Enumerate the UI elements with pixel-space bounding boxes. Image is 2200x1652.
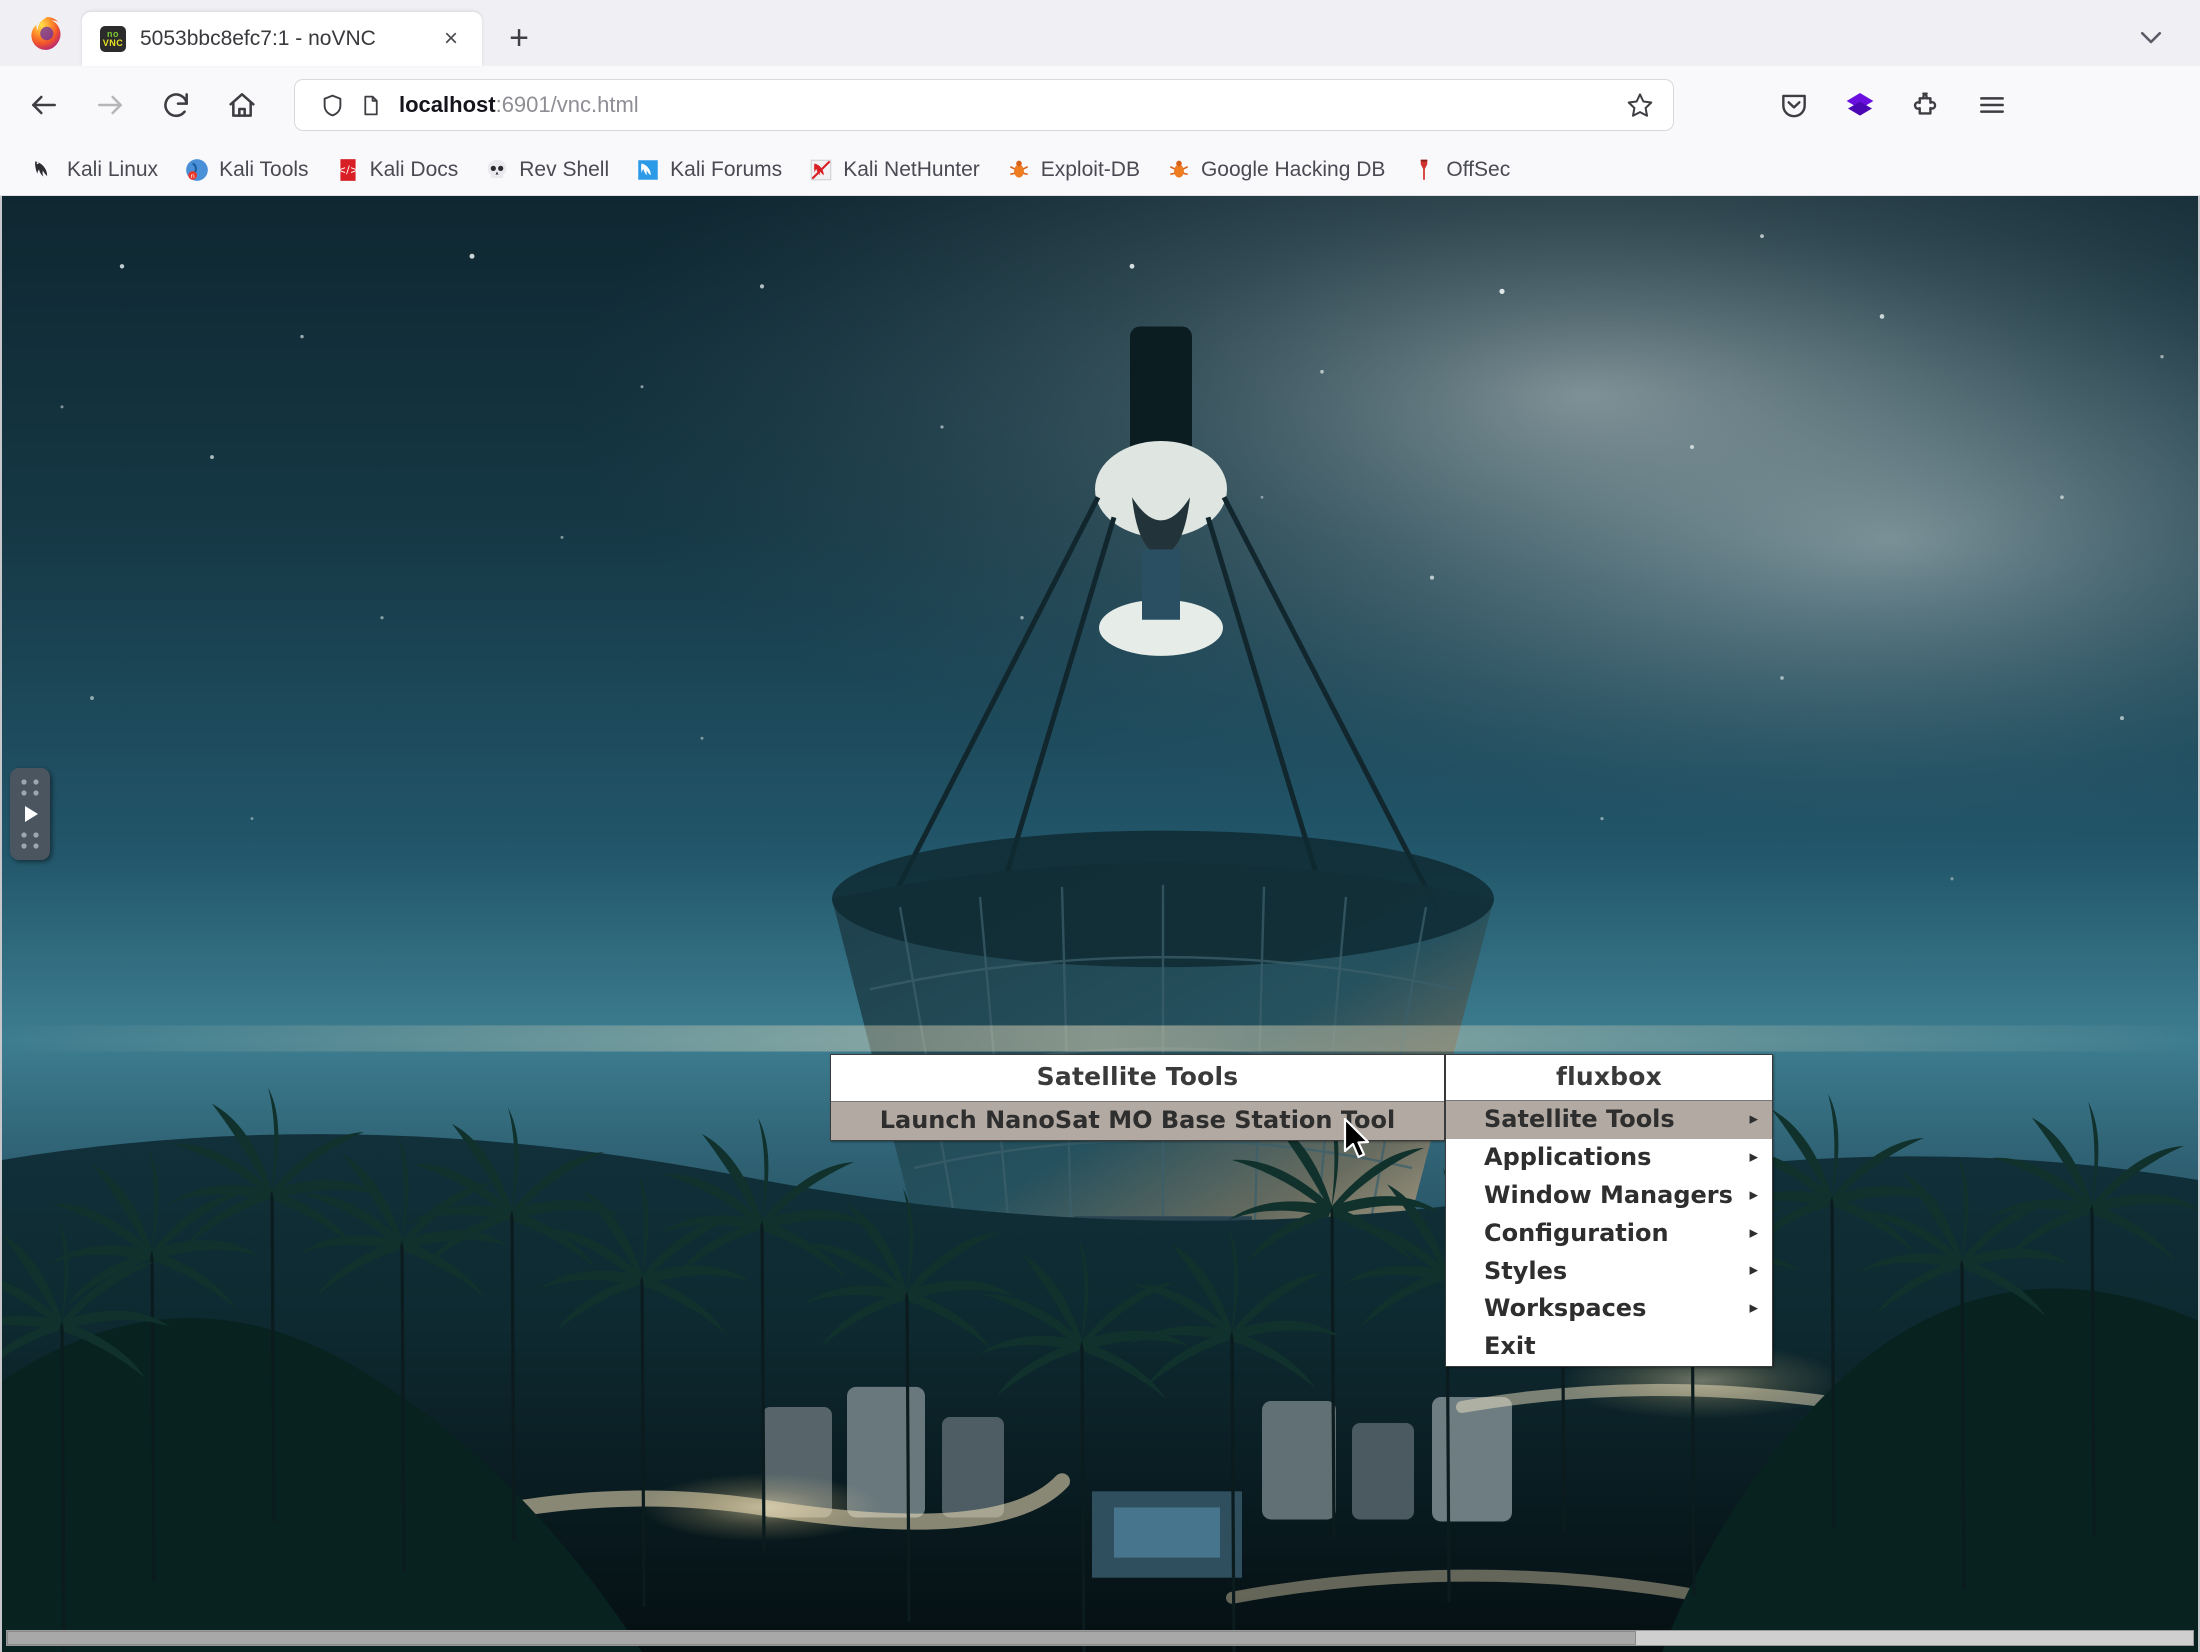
menu-item-applications[interactable]: Applications ▸ bbox=[1446, 1139, 1772, 1177]
submenu-arrow-icon: ▸ bbox=[1749, 1222, 1758, 1243]
browser-tab-novnc[interactable]: no VNC 5053bbc8efc7:1 - noVNC × bbox=[82, 12, 482, 66]
bookmark-google-hacking-db[interactable]: Google Hacking DB bbox=[1154, 150, 1397, 190]
close-icon[interactable]: × bbox=[434, 22, 468, 56]
shield-icon[interactable] bbox=[315, 88, 349, 122]
submenu-title: Satellite Tools bbox=[831, 1055, 1444, 1102]
bookmark-exploit-db[interactable]: Exploit-DB bbox=[994, 150, 1152, 190]
nethunter-icon bbox=[808, 157, 834, 183]
menu-item-styles[interactable]: Styles ▸ bbox=[1446, 1253, 1772, 1291]
menu-item-satellite-tools[interactable]: Satellite Tools ▸ bbox=[1446, 1101, 1772, 1139]
mouse-cursor bbox=[1343, 1117, 1373, 1167]
menu-item-label: Configuration bbox=[1484, 1218, 1669, 1247]
scrollbar-thumb[interactable] bbox=[7, 1631, 1636, 1645]
browser-window: no VNC 5053bbc8efc7:1 - noVNC × + localh… bbox=[0, 0, 2200, 1652]
bookmark-label: Google Hacking DB bbox=[1200, 157, 1386, 181]
menu-icon[interactable] bbox=[1966, 79, 2018, 131]
svg-text:</>: </> bbox=[337, 163, 359, 176]
horizontal-scrollbar[interactable] bbox=[2, 1630, 2198, 1646]
tab-strip: no VNC 5053bbc8efc7:1 - noVNC × + bbox=[0, 0, 2200, 66]
bookmark-label: Kali NetHunter bbox=[843, 157, 980, 181]
back-button[interactable] bbox=[18, 79, 70, 131]
kali-docs-icon: </> bbox=[335, 157, 361, 183]
menu-item-label: Satellite Tools bbox=[1484, 1105, 1675, 1133]
chevron-down-icon[interactable] bbox=[2128, 14, 2174, 60]
novnc-viewport[interactable]: Satellite Tools Launch NanoSat MO Base S… bbox=[0, 196, 2200, 1652]
bookmark-kali-tools[interactable]: n Kali Tools bbox=[172, 150, 321, 190]
bug-icon bbox=[1006, 157, 1032, 183]
bookmark-label: Rev Shell bbox=[519, 157, 610, 181]
menu-item-label: Launch NanoSat MO Base Station Tool bbox=[879, 1106, 1396, 1134]
novnc-favicon-icon: no VNC bbox=[100, 26, 126, 52]
bookmark-kali-linux[interactable]: Kali Linux bbox=[20, 150, 170, 190]
vnc-desktop-wallpaper bbox=[2, 196, 2198, 1652]
navigation-toolbar: localhost:6901/vnc.html bbox=[0, 66, 2200, 144]
pocket-icon[interactable] bbox=[1768, 79, 1820, 131]
home-button[interactable] bbox=[216, 79, 268, 131]
bookmark-kali-forums[interactable]: Kali Forums bbox=[623, 150, 794, 190]
menu-item-label: Applications bbox=[1484, 1142, 1652, 1171]
kali-tools-icon: n bbox=[184, 157, 210, 183]
forward-button[interactable] bbox=[84, 79, 136, 131]
address-bar[interactable]: localhost:6901/vnc.html bbox=[294, 79, 1674, 131]
menu-item-label: Window Managers bbox=[1484, 1180, 1733, 1209]
bookmarks-bar: Kali Linux n Kali Tools </> Kali Docs Re… bbox=[0, 144, 2200, 196]
submenu-arrow-icon: ▸ bbox=[1749, 1298, 1758, 1319]
page-info-icon[interactable] bbox=[353, 88, 387, 122]
submenu-arrow-icon: ▸ bbox=[1749, 1260, 1758, 1281]
fluxbox-root-menu: fluxbox Satellite Tools ▸ Applications ▸… bbox=[1445, 1054, 1773, 1368]
kali-dragon-icon bbox=[32, 157, 58, 183]
reload-button[interactable] bbox=[150, 79, 202, 131]
root-menu-title: fluxbox bbox=[1446, 1055, 1772, 1101]
menu-item-configuration[interactable]: Configuration ▸ bbox=[1446, 1215, 1772, 1253]
bookmark-star-icon[interactable] bbox=[1621, 86, 1659, 124]
menu-item-window-managers[interactable]: Window Managers ▸ bbox=[1446, 1177, 1772, 1215]
tab-title: 5053bbc8efc7:1 - noVNC bbox=[140, 27, 376, 50]
bookmark-label: OffSec bbox=[1446, 157, 1511, 181]
menu-item-label: Styles bbox=[1484, 1256, 1568, 1285]
menu-item-label: Exit bbox=[1484, 1332, 1536, 1361]
firefox-logo-icon bbox=[26, 14, 68, 56]
bookmark-offsec[interactable]: OffSec bbox=[1399, 150, 1522, 190]
menu-item-label: Workspaces bbox=[1484, 1294, 1647, 1323]
menu-item-exit[interactable]: Exit bbox=[1446, 1328, 1772, 1366]
skull-icon bbox=[484, 157, 510, 183]
scrollbar-track[interactable] bbox=[6, 1630, 2194, 1646]
submenu-arrow-icon: ▸ bbox=[1749, 1184, 1758, 1205]
extensions-icon[interactable] bbox=[1900, 79, 1952, 131]
bookmark-kali-nethunter[interactable]: Kali NetHunter bbox=[796, 150, 992, 190]
submenu-arrow-icon: ▸ bbox=[1749, 1108, 1758, 1129]
svg-text:n: n bbox=[191, 172, 195, 180]
url-host: localhost bbox=[399, 92, 496, 117]
bookmark-label: Kali Docs bbox=[369, 157, 459, 181]
bookmark-label: Kali Tools bbox=[219, 157, 309, 181]
containers-icon[interactable] bbox=[1834, 79, 1886, 131]
url-text[interactable]: localhost:6901/vnc.html bbox=[391, 92, 1621, 118]
kali-forums-icon bbox=[635, 157, 661, 183]
bookmark-label: Kali Linux bbox=[67, 157, 159, 181]
menu-item-workspaces[interactable]: Workspaces ▸ bbox=[1446, 1290, 1772, 1328]
favicon-line-2: VNC bbox=[102, 38, 124, 48]
new-tab-button[interactable]: + bbox=[496, 15, 542, 61]
bookmark-label: Exploit-DB bbox=[1040, 157, 1140, 181]
novnc-control-bar-handle[interactable] bbox=[10, 768, 50, 860]
bug-icon bbox=[1166, 157, 1192, 183]
url-path: :6901/vnc.html bbox=[495, 92, 639, 117]
submenu-arrow-icon: ▸ bbox=[1749, 1146, 1758, 1167]
bookmark-label: Kali Forums bbox=[670, 157, 783, 181]
bookmark-rev-shell[interactable]: Rev Shell bbox=[472, 150, 621, 190]
offsec-icon bbox=[1411, 157, 1437, 183]
bookmark-kali-docs[interactable]: </> Kali Docs bbox=[323, 150, 471, 190]
